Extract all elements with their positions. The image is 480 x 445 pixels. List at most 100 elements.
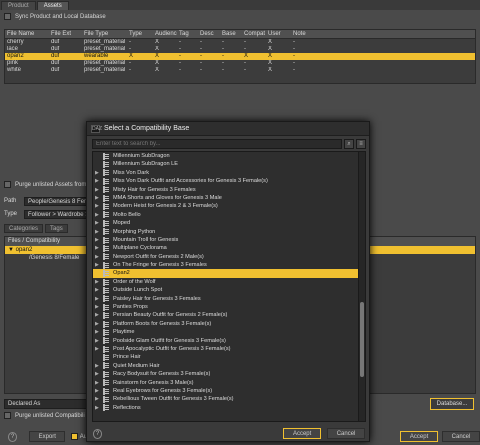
list-item[interactable]: ▶ Moped	[93, 219, 365, 227]
list-item[interactable]: Prince Hair	[93, 353, 365, 362]
table-row[interactable]: opan2 duf wearable X X - - - X X -	[5, 53, 475, 60]
auto-checkbox[interactable]	[71, 433, 78, 440]
list-item[interactable]: ▶ Morphing Python	[93, 228, 365, 236]
expand-arrow-icon[interactable]: ▶	[95, 379, 102, 387]
list-item[interactable]: ▶ Miss Von Dark Outfit and Accessories fo…	[93, 177, 365, 185]
expand-arrow-icon[interactable]: ▶	[95, 278, 102, 286]
expand-arrow-icon[interactable]: ▶	[95, 186, 102, 194]
list-item[interactable]: ▶ Quiet Medium Hair	[93, 362, 365, 370]
list-item[interactable]: ▶ Newport Outfit for Genesis 2 Male(s)	[93, 253, 365, 261]
tab-product[interactable]: Product	[1, 1, 36, 10]
table-row[interactable]: white duf preset_material - X - - - - X -	[5, 67, 475, 74]
sync-option[interactable]: Sync Product and Local Database	[4, 13, 106, 20]
search-input[interactable]	[92, 139, 342, 149]
list-item[interactable]: ▶ Order of the Wolf	[93, 278, 365, 286]
dialog-cancel-button[interactable]: Cancel	[327, 428, 365, 439]
list-scrollbar[interactable]	[358, 152, 365, 421]
expand-arrow-icon[interactable]: ▶	[95, 169, 102, 177]
expand-arrow-icon[interactable]: ▶	[95, 362, 102, 370]
scrollbar-thumb[interactable]	[360, 302, 364, 377]
expand-arrow-icon[interactable]: ▶	[95, 337, 102, 345]
expand-arrow-icon[interactable]: ▶	[95, 219, 102, 227]
list-item[interactable]: ▶ Rebellious Tween Outfit for Genesis 3 F…	[93, 395, 365, 404]
list-item[interactable]: ▶ Outside Lunch Spot	[93, 286, 365, 294]
table-row[interactable]: pink duf preset_material - X - - - - X -	[5, 60, 475, 67]
column-header[interactable]: Type	[127, 30, 153, 38]
list-item[interactable]: ▶ Misty Hair for Genesis 3 Females	[93, 186, 365, 194]
list-item[interactable]: Millennium SubDragon LE	[93, 160, 365, 169]
list-item[interactable]: ▶ MMA Shorts and Gloves for Genesis 3 Mal…	[93, 194, 365, 202]
purge-compat-checkbox[interactable]	[4, 412, 11, 419]
list-item[interactable]: ▶ Post Apocalyptic Outfit for Genesis 3 F…	[93, 345, 365, 353]
tab-categories[interactable]: Categories	[4, 224, 44, 233]
dialog-help-icon[interactable]: ?	[93, 428, 103, 439]
expand-arrow-icon[interactable]: ▶	[95, 202, 102, 210]
purge-checkbox[interactable]	[4, 181, 11, 188]
table-row[interactable]: lace duf preset_material - X - - - - X -	[5, 46, 475, 53]
expand-arrow-icon[interactable]: ▶	[95, 404, 102, 412]
expand-arrow-icon[interactable]: ▶	[95, 261, 102, 269]
column-header[interactable]: File Name	[5, 30, 49, 38]
list-item[interactable]: ▶ Poolside Glam Outfit for Genesis 3 Fema…	[93, 337, 365, 345]
list-item[interactable]: ▶ Miss Von Dark	[93, 169, 365, 177]
declared-as-select[interactable]: Declared As	[4, 399, 90, 409]
path-field[interactable]: People/Genesis 8 Fema	[24, 197, 90, 206]
list-item[interactable]: ▶ Playtime	[93, 328, 365, 336]
list-item[interactable]: ▶ On The Fringe for Genesis 3 Females	[93, 261, 365, 269]
expand-arrow-icon[interactable]: ▶	[95, 236, 102, 244]
column-header[interactable]: User	[266, 30, 291, 38]
list-item[interactable]: ▶ Panties Props	[93, 303, 365, 311]
expand-arrow-icon[interactable]: ▶	[95, 328, 102, 336]
accept-button[interactable]: Accept	[400, 431, 439, 442]
expand-arrow-icon[interactable]: ▶	[95, 320, 102, 328]
list-item[interactable]: Opan2	[93, 269, 365, 278]
expand-arrow-icon[interactable]: ▶	[95, 286, 102, 294]
expand-arrow-icon[interactable]: ▶	[95, 194, 102, 202]
export-button[interactable]: Export	[29, 431, 66, 442]
dialog-accept-button[interactable]: Accept	[283, 428, 322, 439]
expand-arrow-icon[interactable]: ▶	[95, 311, 102, 319]
cancel-button[interactable]: Cancel	[442, 431, 480, 442]
expand-arrow-icon[interactable]: ▶	[95, 370, 102, 378]
list-item[interactable]: Millennium SubDragon	[93, 152, 365, 160]
list-item[interactable]: ▶ Molto Bello	[93, 211, 365, 219]
list-item[interactable]: ▶ Real Eyebrows for Genesis 3 Female(s)	[93, 387, 365, 395]
column-header[interactable]: Note	[291, 30, 311, 38]
help-icon[interactable]: ?	[8, 431, 18, 442]
expand-arrow-icon[interactable]: ▶	[95, 303, 102, 311]
expand-arrow-icon[interactable]: ▶	[95, 395, 102, 403]
expand-arrow-icon[interactable]: ▶	[95, 345, 102, 353]
column-header[interactable]: Audience	[153, 30, 177, 38]
type-field[interactable]: Follower > Wardrobe >	[24, 210, 90, 219]
list-item[interactable]: ▶ Multiplane Cyclorama	[93, 244, 365, 252]
expand-arrow-icon[interactable]: ▶	[95, 228, 102, 236]
sync-checkbox[interactable]	[4, 13, 11, 20]
expand-arrow-icon[interactable]: ▶	[95, 295, 102, 303]
table-row[interactable]: cherry duf preset_material - X - - - - X -	[5, 39, 475, 46]
expand-arrow-icon[interactable]: ▼	[8, 247, 16, 253]
column-header[interactable]: Desc	[198, 30, 220, 38]
expand-arrow-icon[interactable]: ▶	[95, 177, 102, 185]
list-item[interactable]: ▶ Modern Heist for Genesis 2 & 3 Female(s…	[93, 202, 365, 211]
expand-arrow-icon[interactable]: ▶	[95, 253, 102, 261]
menu-icon[interactable]: ≡	[356, 139, 366, 149]
purge-compat-option[interactable]: Purge unlisted Compatibili	[4, 412, 85, 419]
list-item[interactable]: ▶ Mountain Troll for Genesis	[93, 236, 365, 244]
list-item[interactable]: ▶ Paisley Hair for Genesis 3 Females	[93, 295, 365, 303]
column-header[interactable]: Tag	[177, 30, 198, 38]
database-button[interactable]: Database...	[430, 398, 474, 410]
column-header[interactable]: File Type	[82, 30, 127, 38]
list-item[interactable]: ▶ Reflections	[93, 404, 365, 412]
column-header[interactable]: File Ext	[49, 30, 82, 38]
purge-option[interactable]: Purge unlisted Assets from	[4, 181, 86, 188]
column-header[interactable]: Base	[220, 30, 242, 38]
expand-arrow-icon[interactable]: ▶	[95, 211, 102, 219]
list-item[interactable]: ▶ Racy Bodysuit for Genesis 3 Female(s)	[93, 370, 365, 378]
expand-arrow-icon[interactable]: ▶	[95, 244, 102, 252]
search-icon[interactable]: ⌕	[344, 139, 354, 149]
list-item[interactable]: ▶ Platform Boots for Genesis 3 Female(s)	[93, 320, 365, 328]
tab-assets[interactable]: Assets	[36, 1, 69, 10]
list-item[interactable]: ▶ Persian Beauty Outfit for Genesis 2 Fem…	[93, 311, 365, 320]
expand-arrow-icon[interactable]: ▶	[95, 387, 102, 395]
column-header[interactable]: Compat	[242, 30, 266, 38]
